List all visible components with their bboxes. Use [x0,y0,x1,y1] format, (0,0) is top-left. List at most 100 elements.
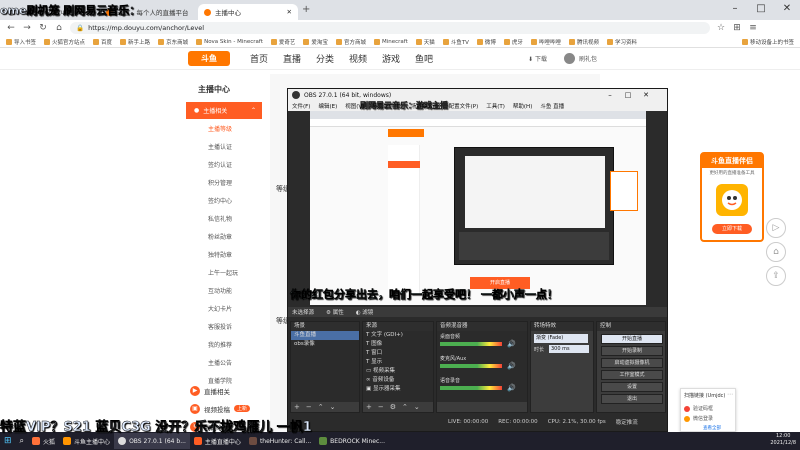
studio-mode-button[interactable]: 工作室模式 [601,370,663,380]
taskbar-app[interactable]: 火狐 [28,433,59,449]
add-icon[interactable]: + [366,403,372,411]
sidebar-item[interactable]: 客服投诉 [186,318,262,335]
sidebar-item[interactable]: 签约中心 [186,192,262,209]
source-item[interactable]: ▣ 显示器采集 [363,385,433,394]
sidebar-item[interactable]: 我的推荐 [186,336,262,353]
source-item[interactable]: T 显示 [363,358,433,367]
bookmark-item[interactable]: Nova Skin - Minecraft [196,38,263,45]
nav-home[interactable]: 首页 [250,52,268,65]
speaker-icon[interactable]: 🔊 [507,340,516,348]
bookmark-item[interactable]: 爱淘宝 [303,38,328,46]
nav-category[interactable]: 分类 [316,52,334,65]
exit-button[interactable]: 退出 [601,394,663,404]
notification-item[interactable]: 验证码框 [684,405,713,412]
bookmark-item[interactable]: 爱奇艺 [270,38,295,46]
taskbar-app-active[interactable]: OBS 27.0.1 (64 b... [114,433,190,449]
sidebar-group-anchor[interactable]: ● 主播相关 ⌃ [186,102,262,119]
sidebar-item[interactable]: 大幻卡片 [186,300,262,317]
taskbar-app[interactable]: theHunter: Call... [245,433,315,449]
close-icon[interactable]: ✕ [287,8,292,16]
bookmark-item[interactable]: 学习资料 [606,38,637,46]
sidebar-group-video[interactable]: ▣ 视频投稿 上新 [186,400,262,417]
gear-icon[interactable]: ⚙ [390,403,396,411]
start-button[interactable]: ⊞ [0,433,16,449]
properties-button[interactable]: ⚙ 属性 [326,308,344,316]
sidebar-item[interactable]: 互动功能 [186,282,262,299]
sidebar-item[interactable]: 独特勋章 [186,246,262,263]
maximize-icon[interactable]: □ [620,89,636,101]
sidebar-item[interactable]: 主播认证 [186,138,262,155]
bookmark-item[interactable]: 斗鱼TV [442,38,469,46]
taskbar-app[interactable]: 主播直播中心 [190,433,245,449]
nav-game[interactable]: 游戏 [382,52,400,65]
notification-item[interactable]: 微信登录 [684,415,713,422]
sidebar-item[interactable]: 积分管理 [186,174,262,191]
bookmark-item[interactable]: 京东商城 [158,38,188,46]
source-item[interactable]: T 图像 [363,340,433,349]
menu-icon[interactable]: ≡ [748,23,758,33]
transition-select[interactable]: 渐变 (Fade) [534,334,588,343]
minimize-icon[interactable]: – [602,89,618,101]
menu-profile[interactable]: 配置文件(P) [449,102,479,110]
up-icon[interactable]: ⌃ [402,403,408,411]
duration-input[interactable]: 300 ms [549,345,589,353]
bookmark-item[interactable]: 官方商城 [335,38,366,46]
back-icon[interactable]: ← [6,23,16,33]
nav-video[interactable]: 视频 [349,52,367,65]
sidebar-item[interactable]: 私信礼物 [186,210,262,227]
source-item[interactable]: T 文字 (GDI+) [363,331,433,340]
nav-yuba[interactable]: 鱼吧 [415,52,433,65]
menu-douyu[interactable]: 斗鱼 直播 [540,102,564,110]
view-all-link[interactable]: 查看全部 [703,425,721,431]
taskbar-app[interactable]: 斗鱼主播中心 [59,433,114,449]
sidebar-item-level[interactable]: 主播等级 [186,120,262,137]
clock[interactable]: 12:00 2021/12/8 [766,433,800,449]
share-icon[interactable]: ⇪ [766,266,786,286]
add-icon[interactable]: + [294,403,300,411]
down-icon[interactable]: ⌄ [330,403,336,411]
bookmark-item[interactable]: 哔哩哔哩 [530,38,561,46]
bookmark-item[interactable]: 导入书签 [6,38,36,46]
virtual-camera-button[interactable]: 启动虚拟摄像机 [601,358,663,368]
sidebar-item[interactable]: 上午一起玩 [186,264,262,281]
home-icon[interactable]: ⌂ [766,242,786,262]
down-icon[interactable]: ⌄ [414,403,420,411]
bookmark-item[interactable]: Minecraft [373,38,408,45]
start-recording-button[interactable]: 开始录制 [601,346,663,356]
remove-icon[interactable]: − [378,403,384,411]
play-icon[interactable]: ▷ [766,218,786,238]
source-item[interactable]: ▭ 视频采集 [363,367,433,376]
nav-live[interactable]: 直播 [283,52,301,65]
source-item[interactable]: ∞ 音频设备 [363,376,433,385]
speaker-icon[interactable]: 🔊 [507,362,516,370]
bookmark-item[interactable]: 天猫 [415,38,435,46]
menu-tools[interactable]: 工具(T) [486,102,505,110]
filters-button[interactable]: ◐ 滤镜 [356,308,374,316]
bookmark-item[interactable]: 腾讯视频 [568,38,599,46]
obs-preview[interactable]: 开启直播 [310,111,646,305]
extensions-icon[interactable]: ⊞ [732,23,742,33]
sidebar-item[interactable]: 签约认证 [186,156,262,173]
close-window-icon[interactable]: ✕ [774,2,800,16]
avatar[interactable] [564,53,575,64]
more-icon[interactable]: ⋯ [727,391,733,398]
minimize-icon[interactable]: – [722,2,748,16]
source-item[interactable]: T 窗口 [363,349,433,358]
reload-icon[interactable]: ↻ [38,23,48,33]
settings-button[interactable]: 设置 [601,382,663,392]
download-link[interactable]: ⬇ 下载 [528,54,547,63]
download-button[interactable]: 立即下载 [712,224,752,234]
menu-edit[interactable]: 编辑(E) [318,102,337,110]
start-streaming-button[interactable]: 开始直播 [601,334,663,344]
up-icon[interactable]: ⌃ [318,403,324,411]
mobile-bookmarks[interactable]: 移动设备上的书签 [741,38,794,46]
sidebar-group-live[interactable]: ▶ 直播相关 [186,382,262,399]
scene-item[interactable]: obs录像 [291,340,359,349]
menu-help[interactable]: 帮助(H) [513,102,532,110]
home-icon[interactable]: ⌂ [54,23,64,33]
close-icon[interactable]: ✕ [638,89,654,101]
browser-tab-active[interactable]: 主播中心 ✕ [198,4,298,20]
bookmark-item[interactable]: 新手上路 [120,38,150,46]
search-icon[interactable]: ⌕ [16,433,28,449]
star-icon[interactable]: ☆ [716,23,726,33]
